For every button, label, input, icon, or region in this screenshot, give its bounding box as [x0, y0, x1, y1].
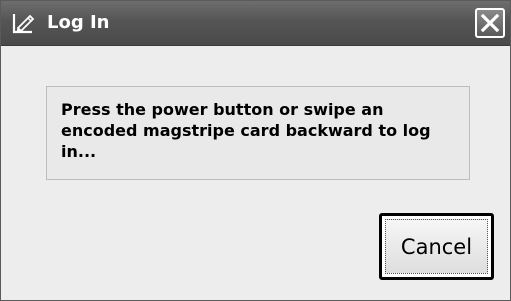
cancel-button[interactable]: Cancel: [379, 213, 494, 280]
pen-edit-icon: [11, 11, 37, 35]
window-title: Log In: [47, 12, 110, 33]
login-dialog: Log In Press the power button or swipe a…: [0, 0, 511, 301]
message-panel: Press the power button or swipe an encod…: [46, 86, 470, 180]
login-instruction-text: Press the power button or swipe an encod…: [61, 100, 431, 161]
title-bar[interactable]: Log In: [1, 1, 510, 46]
close-button[interactable]: [475, 8, 505, 38]
cancel-button-label: Cancel: [385, 219, 488, 274]
